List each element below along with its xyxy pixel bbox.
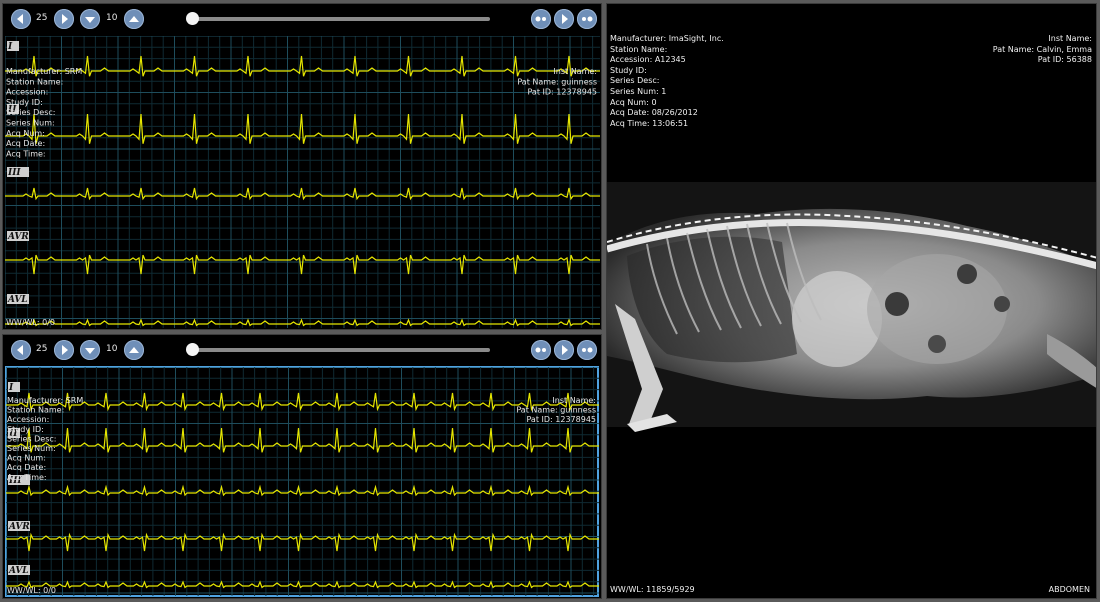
info-line: Acq Num: [7, 454, 46, 463]
scroll-track[interactable] [190, 348, 490, 352]
info-line: Station Name: [7, 406, 64, 415]
ecg-viewer-top[interactable]: 25 10 I II III AVR AVL Manufacturer: SRM Stati… [2, 3, 602, 330]
info-line: Study ID: [6, 98, 43, 107]
info-line: Inst Name: [1048, 34, 1092, 43]
svg-text:AVR: AVR [7, 232, 29, 242]
info-line: Manufacturer: SRM [6, 67, 82, 76]
scroll-slider-thumb[interactable] [186, 12, 199, 25]
svg-text:I: I [7, 42, 13, 52]
scroll-track[interactable] [190, 17, 490, 21]
play-icon[interactable] [554, 340, 574, 360]
info-line: Pat Name: guinness [516, 406, 596, 415]
body-part-label: ABDOMEN [1048, 585, 1090, 594]
step-forward-icon[interactable] [577, 340, 597, 360]
ecg-trace-avl [6, 580, 599, 589]
gain-value: 10 [106, 13, 118, 23]
lead-label-avl: AVL [7, 294, 29, 305]
next-arrow-icon[interactable] [54, 9, 74, 29]
info-line: Pat ID: 12378945 [527, 88, 597, 97]
ecg-grid [6, 367, 599, 596]
up-arrow-icon[interactable] [124, 9, 144, 29]
play-icon[interactable] [554, 9, 574, 29]
info-line: Accession: A12345 [610, 55, 686, 65]
info-line: Station Name: [610, 44, 668, 54]
ecg-trace-ii [5, 113, 600, 144]
info-line: Acq Date: [6, 139, 45, 148]
svg-text:I: I [8, 383, 14, 393]
info-line: Manufacturer: ImaSight, Inc. [610, 34, 724, 43]
down-arrow-icon[interactable] [80, 9, 100, 29]
xray-info-left: Manufacturer: ImaSight, Inc. Station Nam… [610, 34, 724, 129]
ecg-strip[interactable]: IIIIIIAVRAVLManufacturer: SRMStation Nam… [6, 367, 599, 596]
lead-label-avl: AVL [8, 565, 30, 576]
xray-viewer[interactable]: Manufacturer: ImaSight, Inc. Station Nam… [606, 3, 1097, 599]
wwwl-readout: WW/WL: 0/0 [7, 586, 56, 595]
ecg-trace-avr [6, 532, 599, 552]
ecg-viewer-bottom[interactable]: 25 10 I II III AVR AVL Manufacturer: SRM Stati… [2, 334, 602, 599]
ecg-trace-avl [5, 318, 600, 327]
info-line: Station Name: [6, 77, 63, 86]
info-line: Series Num: [6, 119, 55, 128]
info-line: Series Num: 1 [610, 86, 667, 96]
ecg-strip[interactable]: IIIIIIAVRAVLManufacturer: SRMStation Nam… [5, 36, 600, 328]
info-line: Study ID: [7, 425, 44, 434]
svg-text:AVR: AVR [8, 522, 30, 532]
step-forward-icon[interactable] [577, 9, 597, 29]
ecg-toolbar: 25 10 [3, 4, 601, 34]
ecg-trace-ii [6, 427, 599, 453]
info-line: Pat ID: 12378945 [526, 415, 596, 424]
info-line: Acq Date: [7, 463, 46, 472]
info-line: Inst Name: [552, 396, 596, 405]
next-arrow-icon[interactable] [54, 340, 74, 360]
info-line: Accession: [6, 88, 48, 97]
info-line: Accession: [7, 415, 49, 424]
ecg-trace-avr [5, 254, 600, 275]
speed-value: 25 [36, 344, 48, 354]
info-line: Pat ID: 56388 [1037, 55, 1092, 65]
ecg-toolbar: 25 10 [3, 335, 601, 365]
wwwl-readout: WW/WL: 11859/5929 [610, 585, 695, 594]
ecg-grid [5, 36, 600, 328]
lead-label-iii: III [7, 167, 29, 178]
info-line: Acq Num: [6, 129, 45, 138]
info-line: Inst Name: [553, 67, 597, 76]
prev-arrow-icon[interactable] [11, 9, 31, 29]
info-line: Manufacturer: SRM [7, 396, 83, 405]
wwwl-readout: WW/WL: 0/0 [6, 318, 55, 327]
info-line: Study ID: [610, 65, 647, 75]
lead-label-avr: AVR [8, 521, 30, 532]
info-line: Acq Date: 08/26/2012 [610, 108, 698, 118]
lead-label-avr: AVR [7, 231, 29, 242]
lead-label-i: I [7, 41, 19, 52]
svg-text:AVL: AVL [8, 566, 29, 576]
svg-text:AVL: AVL [7, 295, 28, 305]
xray-info-right: Inst Name: Pat Name: Calvin, Emma Pat ID… [993, 34, 1092, 66]
info-line: Pat Name: guinness [517, 77, 597, 86]
speed-value: 25 [36, 13, 48, 23]
step-back-icon[interactable] [531, 9, 551, 29]
scroll-slider-thumb[interactable] [186, 343, 199, 356]
info-line: Acq Time: [7, 473, 47, 482]
info-line: Pat Name: Calvin, Emma [992, 44, 1092, 54]
up-arrow-icon[interactable] [124, 340, 144, 360]
svg-text:III: III [7, 168, 21, 178]
ecg-trace-iii [5, 187, 600, 201]
info-line: Series Desc: [7, 434, 57, 443]
info-line: Series Desc: [6, 108, 56, 117]
step-back-icon[interactable] [531, 340, 551, 360]
info-line: Acq Time: 13:06:51 [610, 118, 689, 128]
prev-arrow-icon[interactable] [11, 340, 31, 360]
lead-label-i: I [8, 382, 20, 393]
gain-value: 10 [106, 344, 118, 354]
info-line: Acq Time: [6, 149, 46, 158]
info-line: Series Num: [7, 444, 56, 453]
info-line: Acq Num: 0 [610, 97, 657, 107]
down-arrow-icon[interactable] [80, 340, 100, 360]
info-line: Series Desc: [610, 76, 660, 86]
